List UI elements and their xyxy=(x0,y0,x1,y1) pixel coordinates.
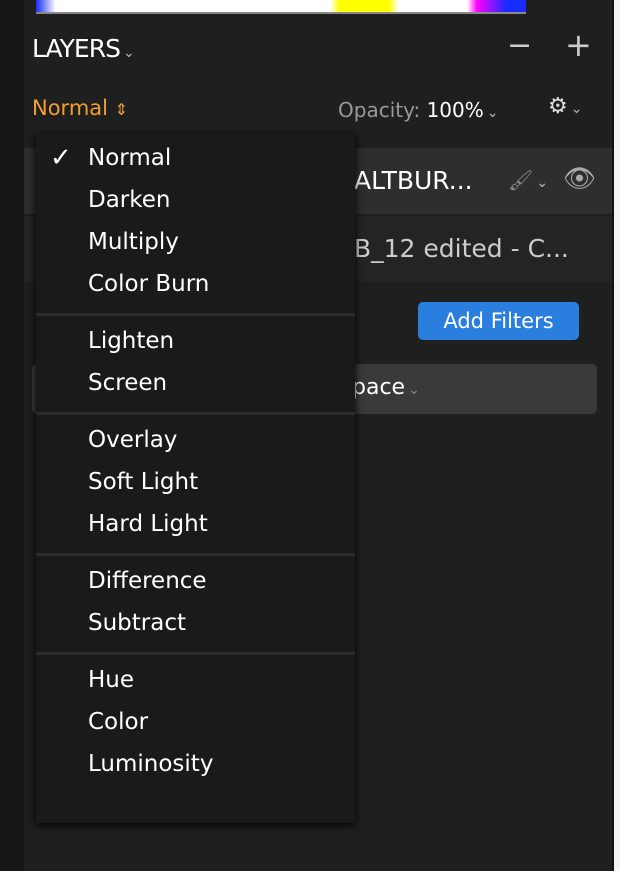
menu-item-screen[interactable]: Screen xyxy=(36,362,355,404)
menu-group: Lighten Screen xyxy=(36,316,355,415)
menu-group: Hue Color Luminosity xyxy=(36,655,355,793)
menu-item-normal[interactable]: ✓ Normal xyxy=(36,137,355,179)
menu-item-label: Soft Light xyxy=(88,469,199,495)
menu-item-label: Difference xyxy=(88,568,207,594)
menu-item-label: Color Burn xyxy=(88,271,210,297)
layer-name: ALTBUR... xyxy=(354,166,473,195)
menu-group: Overlay Soft Light Hard Light xyxy=(36,415,355,556)
left-edge xyxy=(0,0,24,871)
menu-item-color[interactable]: Color xyxy=(36,701,355,743)
menu-item-overlay[interactable]: Overlay xyxy=(36,419,355,461)
menu-item-label: Darken xyxy=(88,187,171,213)
opacity-label: Opacity: xyxy=(338,98,421,122)
layers-title-text: LAYERS xyxy=(32,34,121,63)
add-layer-button[interactable]: + xyxy=(565,26,592,64)
menu-item-soft-light[interactable]: Soft Light xyxy=(36,461,355,503)
opacity-control[interactable]: Opacity: 100% ⌄ xyxy=(338,98,499,122)
menu-item-label: Overlay xyxy=(88,427,178,453)
opacity-value: 100% xyxy=(426,98,484,122)
chevron-down-icon: ⌄ xyxy=(486,105,499,121)
menu-item-label: Luminosity xyxy=(88,751,214,777)
add-filters-button[interactable]: Add Filters xyxy=(418,302,579,340)
menu-item-label: Subtract xyxy=(88,610,187,636)
check-icon: ✓ xyxy=(50,143,72,173)
remove-layer-button[interactable]: − xyxy=(507,28,532,63)
menu-item-label: Multiply xyxy=(88,229,179,255)
menu-group: Difference Subtract xyxy=(36,556,355,655)
right-edge xyxy=(612,0,620,871)
histogram xyxy=(36,0,526,14)
menu-item-subtract[interactable]: Subtract xyxy=(36,602,355,644)
menu-item-label: Screen xyxy=(88,370,168,396)
menu-item-multiply[interactable]: Multiply xyxy=(36,221,355,263)
menu-item-label: Lighten xyxy=(88,328,175,354)
menu-item-darken[interactable]: Darken xyxy=(36,179,355,221)
chevron-down-icon: ⌄ xyxy=(122,45,135,61)
brush-icon[interactable]: 🖌 ⌄ xyxy=(508,168,548,192)
menu-item-luminosity[interactable]: Luminosity xyxy=(36,743,355,785)
menu-group: ✓ Normal Darken Multiply Color Burn xyxy=(36,133,355,316)
layer-name: B_12 edited - C... xyxy=(354,234,569,263)
blend-mode-value: Normal xyxy=(32,96,108,120)
menu-item-hue[interactable]: Hue xyxy=(36,659,355,701)
menu-item-label: Color xyxy=(88,709,149,735)
menu-item-hard-light[interactable]: Hard Light xyxy=(36,503,355,545)
workspace-value: pace ⌄ xyxy=(352,375,420,400)
menu-item-label: Hard Light xyxy=(88,511,208,537)
blend-mode-menu: ✓ Normal Darken Multiply Color Burn Lighten Sc… xyxy=(36,133,355,823)
layers-title[interactable]: LAYERS ⌄ xyxy=(32,34,135,63)
blend-mode-select[interactable]: Normal ⇕ xyxy=(32,96,128,120)
menu-item-lighten[interactable]: Lighten xyxy=(36,320,355,362)
eye-icon[interactable]: 👁 xyxy=(563,164,596,194)
menu-item-label: Normal xyxy=(88,145,172,171)
gear-icon[interactable]: ⚙ ⌄ xyxy=(548,94,582,119)
menu-item-label: Hue xyxy=(88,667,135,693)
menu-item-color-burn[interactable]: Color Burn xyxy=(36,263,355,305)
menu-item-difference[interactable]: Difference xyxy=(36,560,355,602)
updown-chevron-icon: ⇕ xyxy=(114,100,129,119)
